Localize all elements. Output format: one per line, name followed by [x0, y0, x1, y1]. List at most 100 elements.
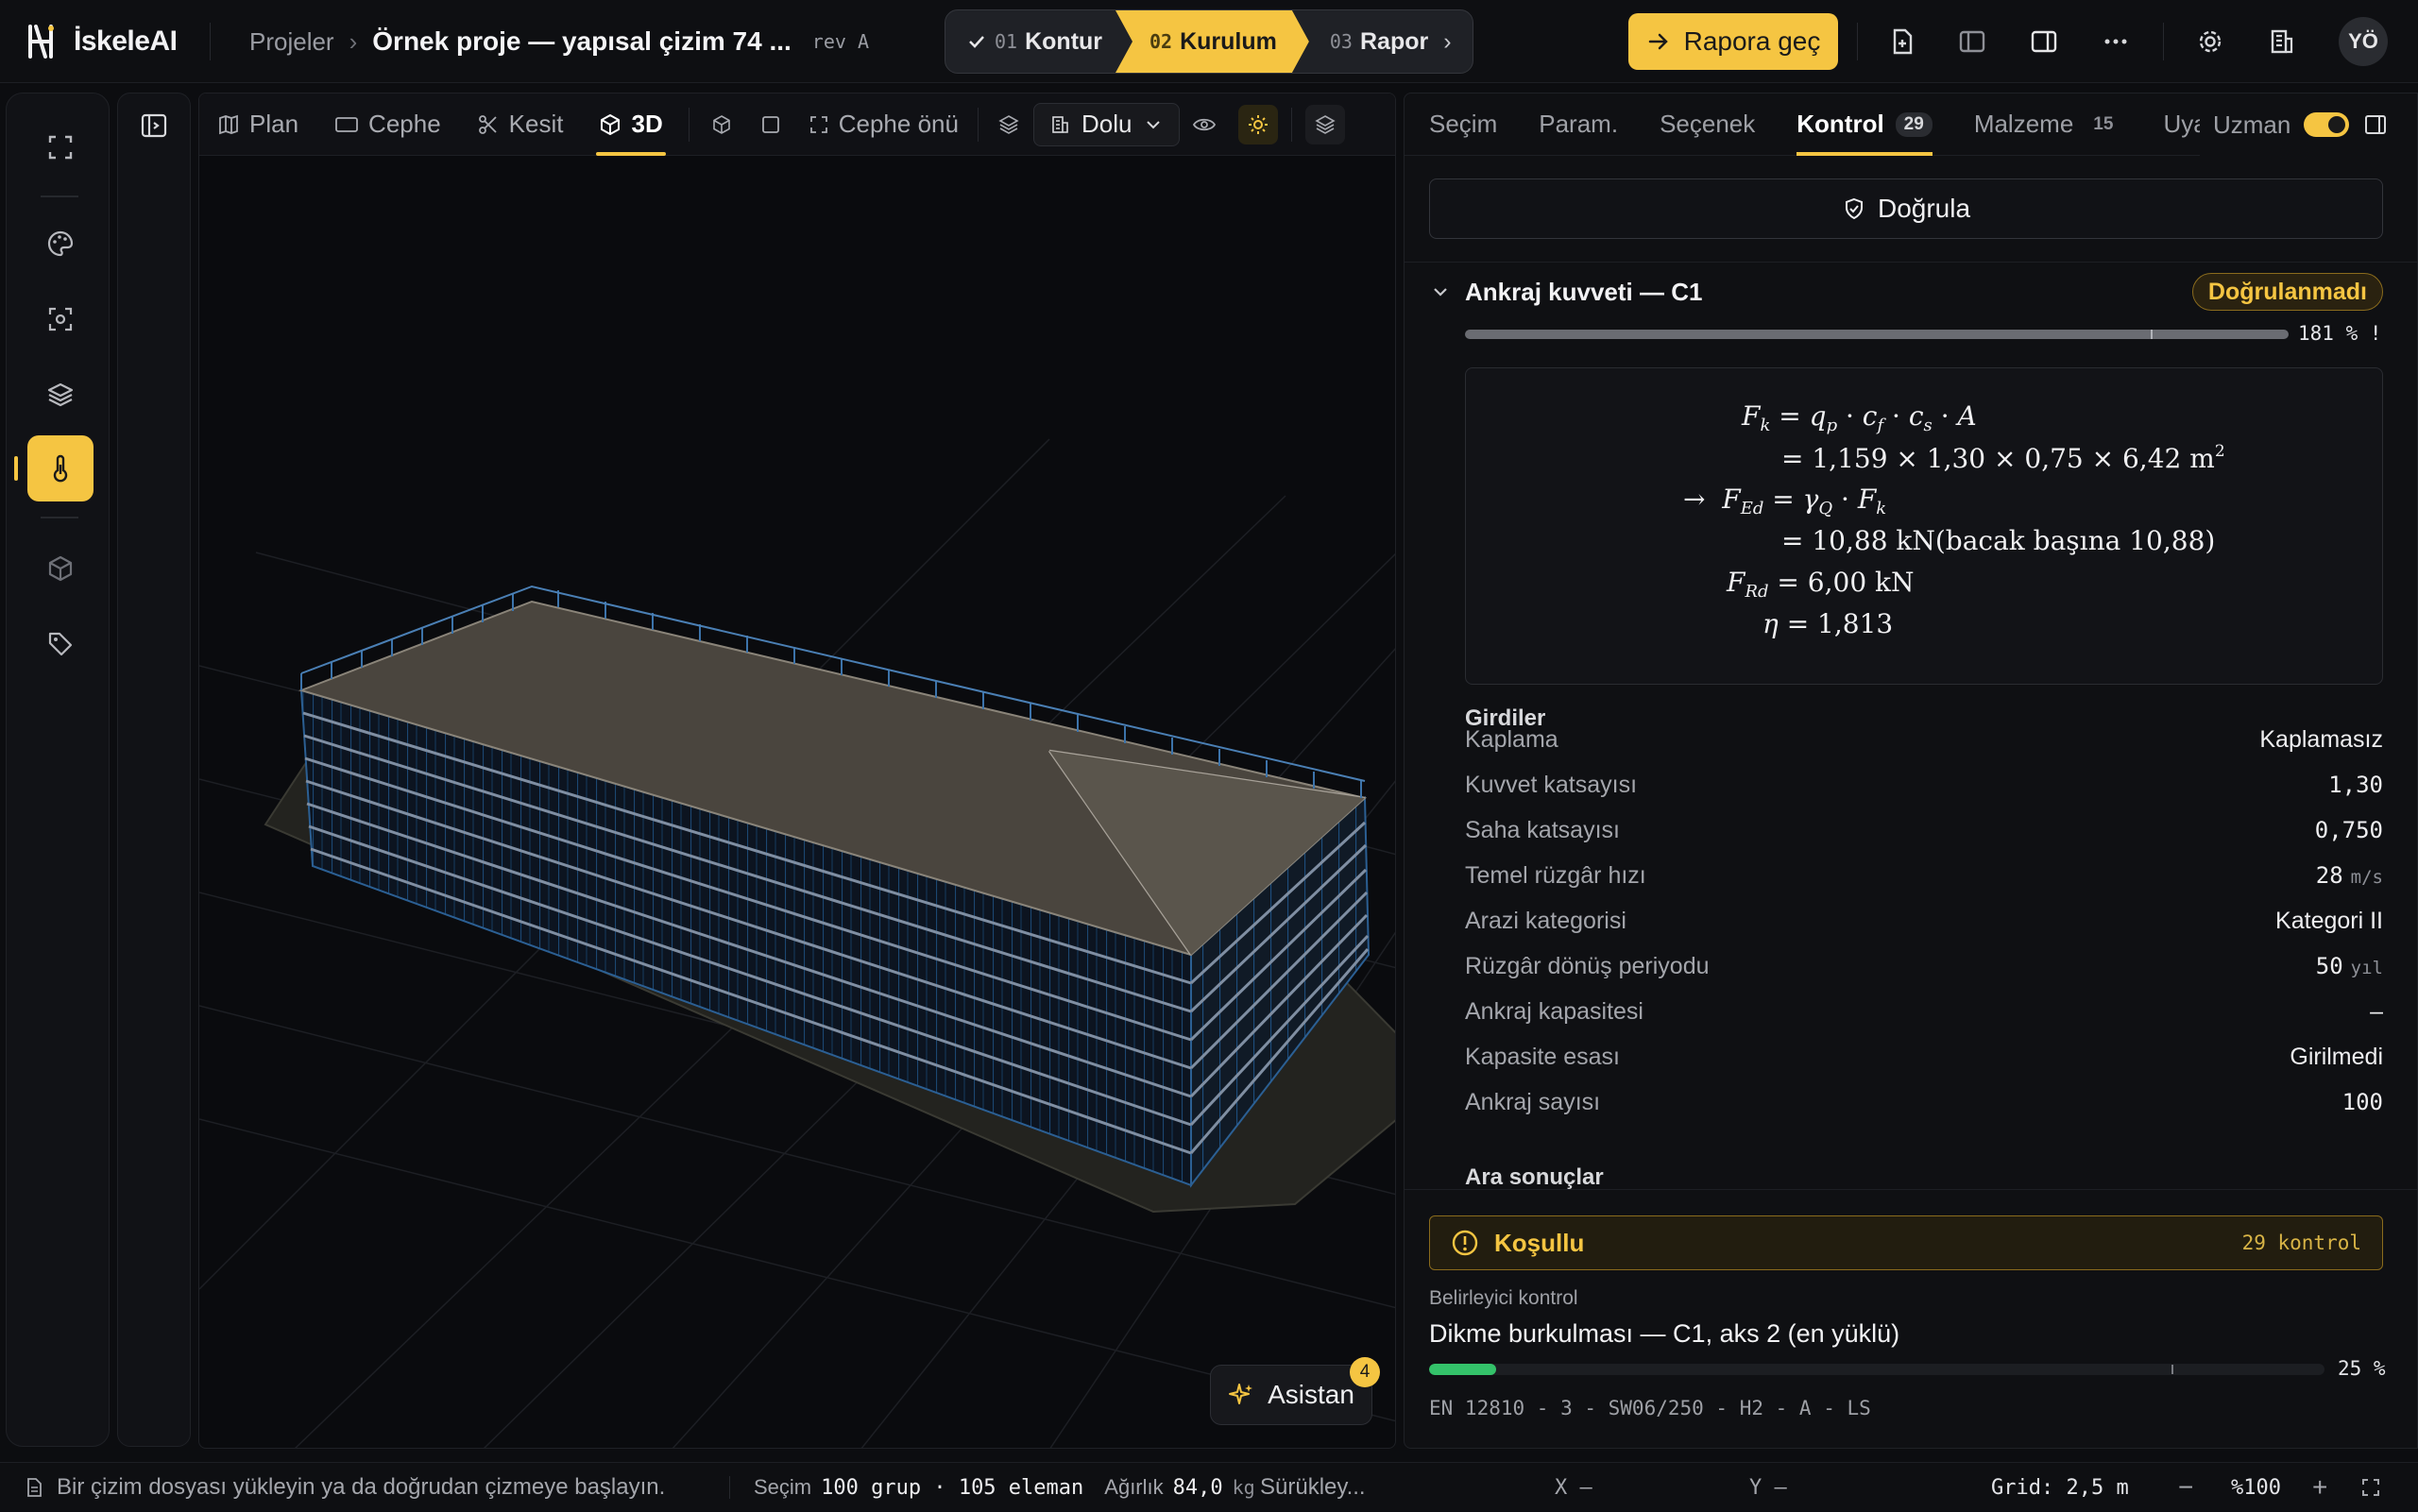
tab-kontrol[interactable]: Kontrol 29 — [1776, 93, 1953, 156]
shield-check-icon — [1845, 197, 1863, 220]
input-value-wrap: 50 yıl — [2316, 953, 2383, 980]
box-icon[interactable] — [27, 535, 94, 602]
tab-label: Kontrol — [1796, 110, 1884, 138]
new-file-icon[interactable] — [1883, 23, 1921, 60]
tab-param[interactable]: Param. — [1518, 93, 1639, 156]
formula-line-1-text: = 1,159 × 1,30 × 0,75 × 6,42 — [1781, 443, 2182, 474]
fullscreen-icon[interactable] — [2359, 1463, 2382, 1512]
breadcrumb-projects-link[interactable]: Projeler — [249, 27, 334, 57]
eye-icon[interactable] — [1180, 93, 1229, 156]
expand-panel-icon[interactable] — [137, 109, 171, 143]
input-key: Ankraj sayısı — [1465, 1088, 1601, 1115]
left-panel-toggle-icon[interactable] — [1953, 23, 1991, 60]
inspector-panel: Seçim Param. Seçenek Kontrol 29 Malzeme 15… — [1404, 93, 2418, 1449]
formula-line-1: = 1,159 × 1,30 × 0,75 × 6,42 m2 — [1781, 442, 2225, 474]
zoom-in-button[interactable]: + — [2312, 1463, 2327, 1512]
step-number: 02 — [1149, 30, 1173, 53]
tab-3d[interactable]: 3D — [581, 93, 680, 156]
render-mode-value: Dolu — [1081, 110, 1132, 138]
panel-collapse-icon[interactable] — [2362, 111, 2389, 138]
formula-line-5: η = 1,813 — [1762, 608, 1894, 639]
status-badge: Doğrulanmadı — [2191, 273, 2383, 311]
tab-plan[interactable]: Plan — [199, 93, 316, 156]
step-label: Kontur — [1025, 27, 1103, 55]
input-value: – — [2370, 997, 2383, 1025]
formula-line-0: Fk = qp · cf · cs · A — [1742, 400, 1977, 435]
input-key: Kuvvet katsayısı — [1465, 771, 1638, 798]
summary-banner[interactable]: Koşullu 29 kontrol — [1429, 1215, 2383, 1270]
check-icon — [969, 36, 984, 48]
inspector-tabs: Seçim Param. Seçenek Kontrol 29 Malzeme 15… — [1405, 93, 2417, 156]
sun-icon[interactable] — [1238, 104, 1279, 144]
check-header[interactable]: Ankraj kuvveti — C1 Doğrulanmadı — [1429, 273, 2383, 311]
front-view-icon[interactable] — [746, 93, 795, 156]
step-number: 03 — [1329, 30, 1353, 53]
divider — [1291, 107, 1293, 142]
right-panel-toggle-icon[interactable] — [2025, 23, 2063, 60]
divider — [1405, 1189, 2417, 1190]
3d-viewport[interactable]: Plan Cephe Kesit 3D Cephe önü Dolu Asist… — [198, 93, 1396, 1449]
layers-icon[interactable] — [984, 93, 1033, 156]
tab-secim[interactable]: Seçim — [1405, 93, 1518, 156]
input-key: Rüzgâr dönüş periyodu — [1465, 952, 1710, 979]
gear-icon[interactable] — [2191, 23, 2229, 60]
input-value-wrap: – — [2370, 998, 2383, 1026]
brand[interactable]: İskeleAI — [25, 21, 178, 62]
verify-button[interactable]: Doğrula — [1429, 178, 2383, 239]
input-value: Kaplamasız — [2259, 725, 2383, 753]
fit-view-icon[interactable] — [27, 114, 94, 180]
input-value-wrap: Kaplamasız — [2259, 726, 2383, 754]
step-rapor[interactable]: 03 Rapor › — [1309, 10, 1473, 73]
expert-label: Uzman — [2213, 110, 2291, 139]
tab-label: Cephe — [368, 110, 441, 138]
expert-toggle[interactable] — [2304, 112, 2350, 137]
tag-icon[interactable] — [27, 611, 94, 677]
chevron-down-icon[interactable] — [1429, 280, 1452, 303]
summary-count: 29 kontrol — [2241, 1232, 2361, 1254]
sparkle-icon — [1229, 1384, 1253, 1404]
divider — [210, 23, 211, 60]
more-options-icon[interactable] — [2097, 23, 2135, 60]
input-key: Ankraj kapasitesi — [1465, 997, 1643, 1025]
iso-view-icon[interactable] — [697, 93, 746, 156]
facade-front-button[interactable]: Cephe önü — [795, 93, 972, 156]
input-value-wrap: 100 — [2342, 1089, 2383, 1116]
building-icon[interactable] — [2263, 23, 2301, 60]
weight-value: 84,0 — [1172, 1475, 1223, 1500]
divider — [688, 107, 690, 142]
palette-icon[interactable] — [27, 211, 94, 277]
zoom-out-button[interactable]: − — [2178, 1463, 2193, 1512]
avatar[interactable]: YÖ — [2339, 17, 2388, 66]
project-title[interactable]: Örnek proje — yapısal çizim 74 ... — [372, 26, 792, 57]
expert-mode: Uzman — [2200, 93, 2417, 156]
arrow-right-icon — [1648, 33, 1668, 50]
input-unit: m/s — [2350, 866, 2383, 888]
tab-malzeme[interactable]: Malzeme 15 — [1953, 93, 2143, 156]
drag-hint: Sürükley... — [1260, 1474, 1366, 1500]
3d-scene[interactable] — [199, 156, 1396, 1449]
render-mode-dropdown[interactable]: Dolu — [1032, 102, 1181, 146]
focus-scan-icon[interactable] — [27, 286, 94, 352]
utilization-bar — [1465, 330, 2289, 339]
input-row: Ankraj kapasitesi – — [1465, 991, 2383, 1032]
layers-stack-icon[interactable] — [1305, 104, 1346, 144]
thermometer-icon[interactable] — [27, 435, 94, 501]
input-value: 0,750 — [2314, 816, 2383, 843]
step-kurulum[interactable]: 02 Kurulum — [1115, 10, 1309, 73]
step-kontur[interactable]: 01 Kontur — [945, 10, 1125, 73]
facade-front-label: Cephe önü — [838, 110, 959, 138]
governing-percent: 25 % — [2338, 1357, 2386, 1380]
governing-bar — [1429, 1364, 2324, 1375]
tab-secenek[interactable]: Seçenek — [1639, 93, 1776, 156]
governing-title[interactable]: Dikme burkulması — C1, aks 2 (en yüklü) — [1429, 1319, 1899, 1349]
tab-kesit[interactable]: Kesit — [459, 93, 582, 156]
tab-cephe[interactable]: Cephe — [316, 93, 459, 156]
go-to-report-button[interactable]: Rapora geç — [1628, 13, 1838, 70]
grid-size[interactable]: Grid: 2,5 m — [1991, 1463, 2129, 1512]
selection-value: 100 grup · 105 eleman — [821, 1475, 1084, 1500]
layers-icon[interactable] — [27, 362, 94, 428]
config-code: EN 12810 - 3 - SW06/250 - H2 - A - LS — [1429, 1397, 1871, 1419]
formula-unit: m — [2189, 443, 2215, 474]
active-indicator — [14, 456, 18, 481]
assistant-button[interactable]: Asistan — [1210, 1365, 1372, 1425]
